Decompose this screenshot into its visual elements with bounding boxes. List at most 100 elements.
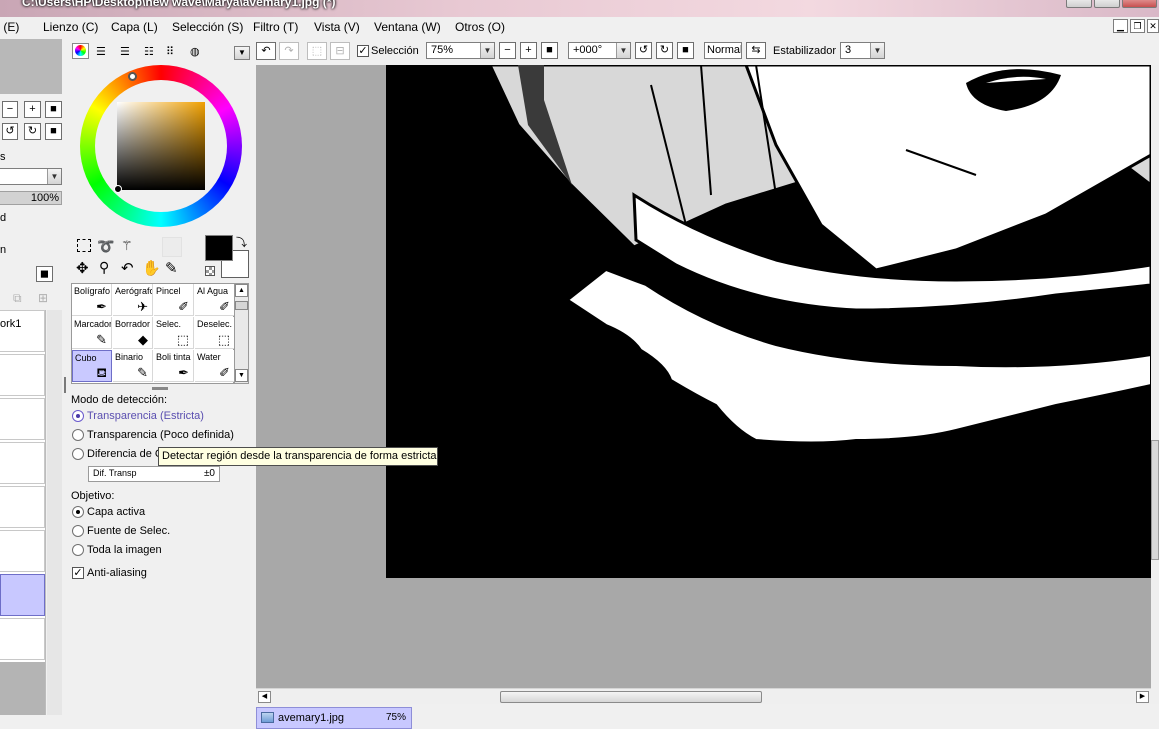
layer-item-selected[interactable] [0,574,45,616]
target-whole-image-label[interactable]: Toda la imagen [87,544,162,556]
tool-deselect-brush[interactable]: Deselec. ⬚ [195,317,235,349]
rotation-select[interactable]: +000° ▼ [568,42,631,59]
maximize-button[interactable] [1094,0,1120,8]
hand-icon[interactable]: ✋ [142,259,161,277]
selection-visible-checkbox[interactable]: ✓ [357,45,369,57]
lock-toggle-button[interactable]: ◼ [36,266,53,282]
mdi-restore-button[interactable]: ❐ [1130,19,1145,33]
target-active-layer-label[interactable]: Capa activa [87,506,145,518]
blend-mode-select[interactable]: ▼ [0,168,62,185]
dif-transp-slider[interactable]: Dif. Transp ±0 [88,466,220,482]
tool-watercolor[interactable]: Al Agua ✐ [195,284,235,316]
rotate-left-button[interactable]: ↺ [2,123,18,140]
menu-view[interactable]: Vista (V) [314,20,360,34]
rotate-right-button[interactable]: ↻ [24,123,41,140]
hsv-sliders-tab[interactable]: ☰ [120,45,130,58]
scroll-right-icon[interactable]: ▶ [1136,691,1149,703]
target-whole-image-radio[interactable] [72,544,84,556]
zoom-out-button[interactable]: − [2,101,18,118]
canvas-area[interactable] [256,65,1151,688]
layer-item[interactable]: ork1 [0,310,45,352]
layer-item[interactable] [0,442,45,484]
scroll-left-icon[interactable]: ◀ [258,691,271,703]
horizontal-scroll-thumb[interactable] [500,691,762,703]
toolbar-zoom-in-button[interactable]: + [520,42,537,59]
layer-item[interactable] [0,530,45,572]
color-wheel[interactable] [80,65,242,227]
move-icon[interactable]: ✥ [76,259,89,277]
opacity-slider[interactable]: 100% [0,191,62,205]
tool-grid-scrollbar[interactable]: ▲ ▼ [234,283,249,384]
swap-colors-icon[interactable]: ⤵ [236,234,247,250]
primary-color-swatch[interactable] [205,235,233,261]
deselect-button[interactable]: ⬚ [307,42,327,60]
detection-color-radio[interactable] [72,448,84,460]
rgb-sliders-tab[interactable]: ☰ [96,45,106,58]
saturation-value-square[interactable] [117,102,205,190]
zoom-reset-button[interactable]: ■ [45,101,62,118]
selection-visible-label[interactable]: Selección [371,45,419,57]
canvas-vertical-scrollbar[interactable] [1151,65,1159,704]
menu-others[interactable]: Otros (O) [455,20,505,34]
mdi-close-button[interactable]: ✕ [1147,19,1159,33]
lasso-icon[interactable]: ➰ [97,238,114,255]
detection-loose-radio[interactable] [72,429,84,441]
antialiasing-checkbox[interactable]: ✓ [72,567,84,579]
detection-loose-label[interactable]: Transparencia (Poco definida) [87,429,234,441]
canvas-artwork[interactable] [256,65,1151,688]
redo-button[interactable]: ↷ [279,42,299,60]
canvas-horizontal-scrollbar[interactable]: ◀ ▶ [256,688,1151,704]
eyedropper-icon[interactable]: ✎ [165,259,178,277]
new-layer-icon[interactable]: ⧉ [13,291,22,306]
magic-wand-icon[interactable]: ⚚ [121,238,133,254]
panel-menu-button[interactable]: ▼ [234,46,250,60]
minimize-button[interactable] [1066,0,1092,8]
rotate-reset-button[interactable]: ■ [45,123,62,140]
detection-color-label[interactable]: Diferencia de C [87,448,163,460]
scroll-thumb[interactable] [235,301,248,310]
menu-filter[interactable]: Filtro (T) [253,20,298,34]
blend-mode-display[interactable]: Normal [704,42,742,59]
menu-canvas[interactable]: Lienzo (C) [43,20,98,34]
zoom-in-button[interactable]: + [24,101,41,118]
new-folder-icon[interactable]: ⊞ [38,291,48,305]
toolbar-rotate-left-button[interactable]: ↺ [635,42,652,59]
layer-item[interactable] [0,486,45,528]
rect-select-icon[interactable] [77,239,91,252]
tool-select-brush[interactable]: Selec. ⬚ [154,317,194,349]
document-tab[interactable]: avemary1.jpg 75% [256,707,412,729]
toolbar-rotate-right-button[interactable]: ↻ [656,42,673,59]
flip-horizontal-button[interactable]: ⇆ [746,42,766,59]
scroll-down-icon[interactable]: ▼ [235,369,248,382]
swatches-tab[interactable]: ☷ [144,45,154,58]
transparent-color-icon[interactable] [205,266,215,276]
layer-item[interactable] [0,618,45,660]
color-wheel-tab[interactable] [72,43,89,59]
tool-pen[interactable]: Bolígrafo ✒ [72,284,112,316]
tool-ink-pen[interactable]: Boli tinta ✒ [154,350,194,382]
scroll-up-icon[interactable]: ▲ [235,284,248,297]
menu-edit[interactable]: r (E) [0,20,19,34]
tool-grid-resize-handle[interactable] [152,387,168,390]
antialiasing-label[interactable]: Anti-aliasing [87,567,147,579]
tool-water[interactable]: Water ✐ [195,350,235,382]
tool-bucket[interactable]: Cubo ⛾ [72,350,112,382]
scratchpad-tab[interactable]: ◍ [190,45,200,58]
detection-strict-radio[interactable] [72,410,84,422]
clear-button[interactable]: ⊟ [330,42,350,60]
target-selection-source-radio[interactable] [72,525,84,537]
toolbar-zoom-out-button[interactable]: − [499,42,516,59]
detection-strict-label[interactable]: Transparencia (Estricta) [87,410,204,422]
layer-scrollbar[interactable] [47,310,62,715]
toolbar-zoom-reset-button[interactable]: ■ [541,42,558,59]
layer-item[interactable] [0,398,45,440]
zoom-icon[interactable]: ⚲ [99,259,109,276]
tool-eraser[interactable]: Borrador ◆ [113,317,153,349]
menu-layer[interactable]: Capa (L) [111,20,158,34]
close-button[interactable] [1122,0,1157,8]
layer-item[interactable] [0,354,45,396]
toolbar-rotate-reset-button[interactable]: ■ [677,42,694,59]
stabilizer-select[interactable]: 3 ▼ [840,42,885,59]
target-selection-source-label[interactable]: Fuente de Selec. [87,525,170,537]
vertical-scroll-thumb[interactable] [1151,440,1159,560]
